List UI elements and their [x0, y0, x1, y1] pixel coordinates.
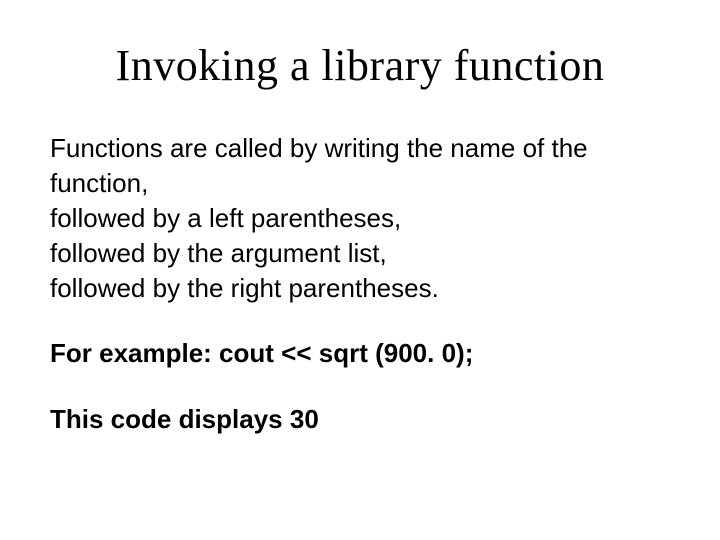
example-line: For example: cout << sqrt (900. 0); — [50, 336, 670, 371]
body-line-1: Functions are called by writing the name… — [50, 131, 670, 201]
spacer — [50, 306, 670, 336]
result-line: This code displays 30 — [50, 402, 670, 437]
spacer — [50, 372, 670, 402]
body-line-4: followed by the right parentheses. — [50, 271, 670, 306]
slide: Invoking a library function Functions ar… — [0, 0, 720, 540]
slide-title: Invoking a library function — [50, 40, 670, 91]
body-text: Functions are called by writing the name… — [50, 131, 670, 437]
body-line-3: followed by the argument list, — [50, 236, 670, 271]
body-line-2: followed by a left parentheses, — [50, 201, 670, 236]
